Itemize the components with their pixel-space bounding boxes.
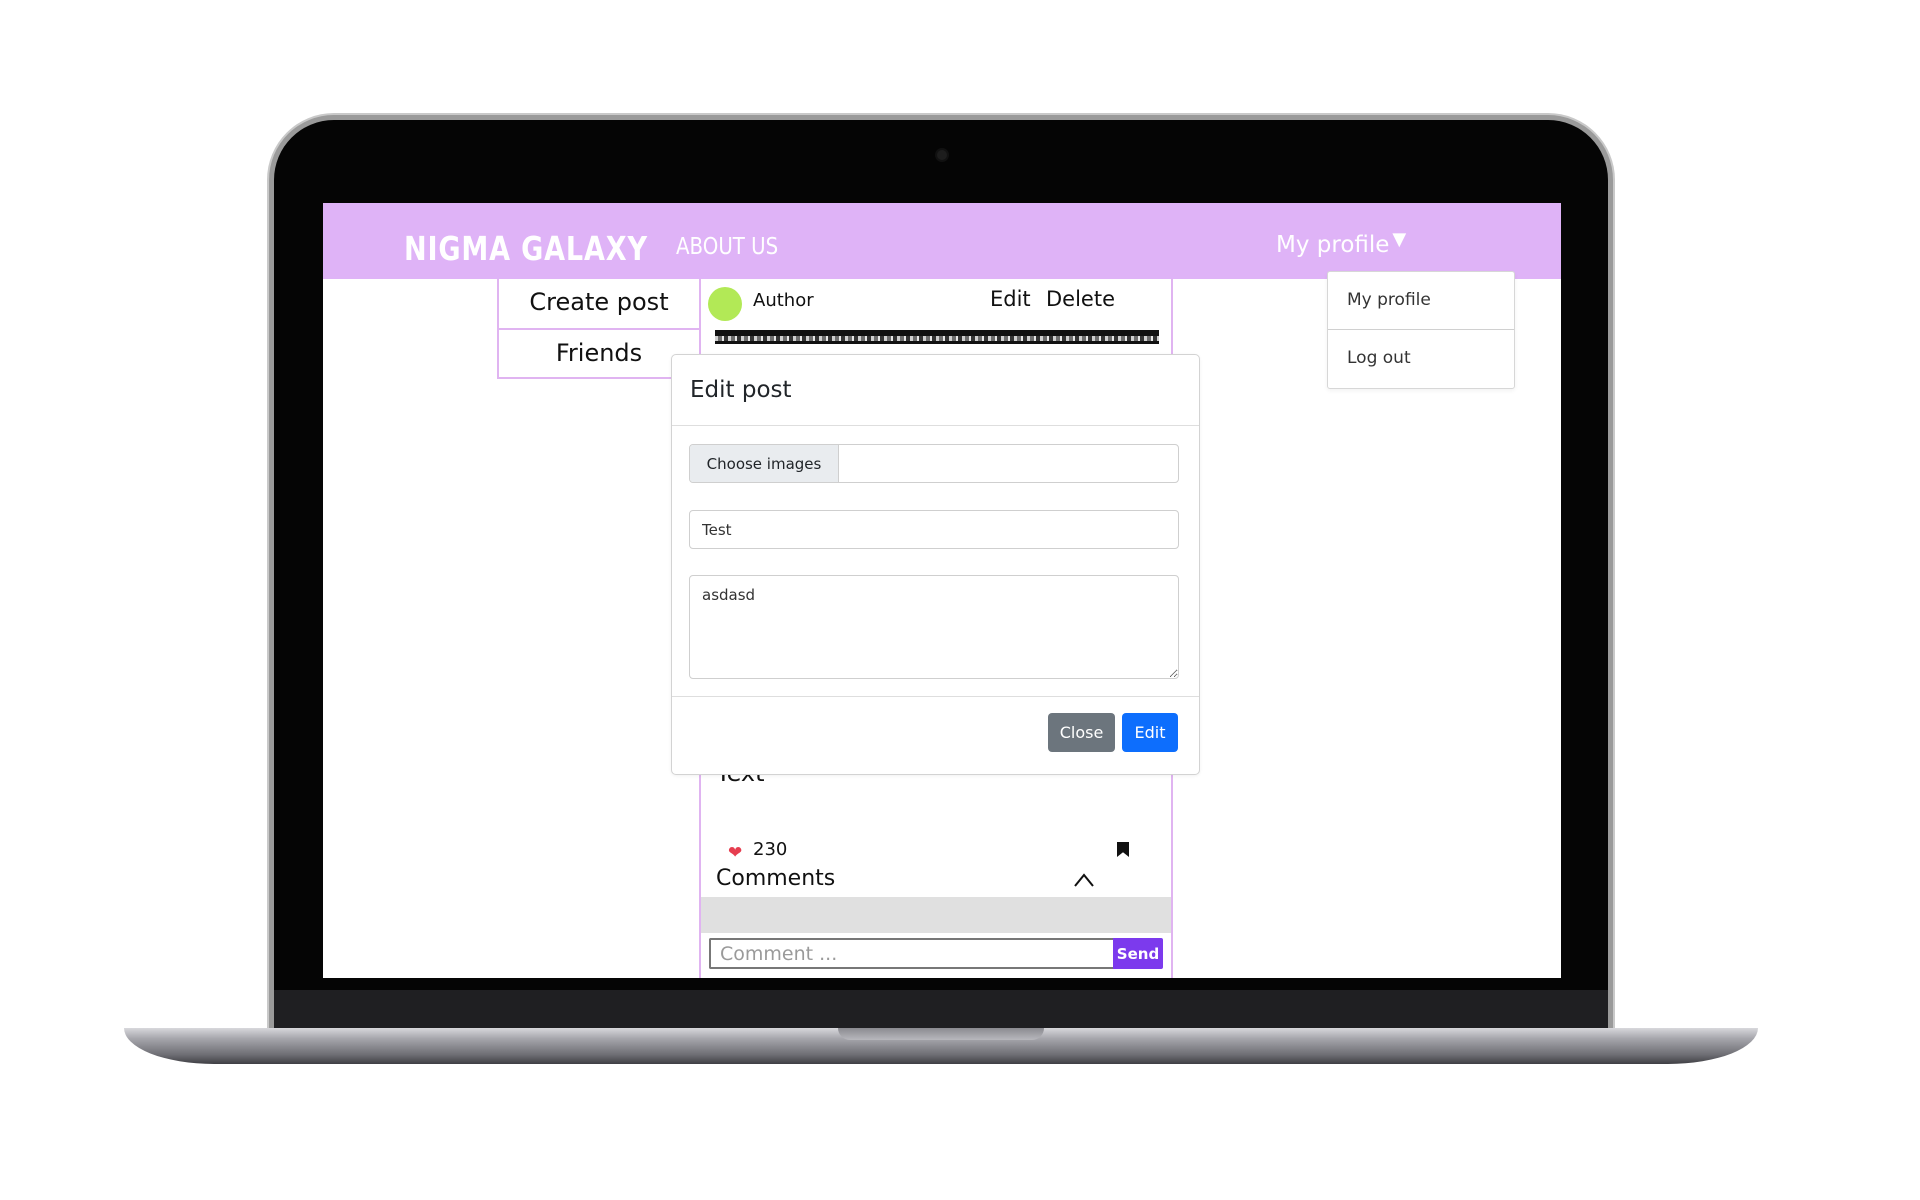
edit-post-modal: Edit post Choose images asdasd Close Edi… — [671, 354, 1200, 775]
brand-logo[interactable]: NIGMA GALAXY — [404, 229, 648, 268]
edit-submit-button[interactable]: Edit — [1122, 713, 1178, 752]
chevron-up-icon[interactable] — [1074, 869, 1094, 889]
dropdown-item-log-out[interactable]: Log out — [1328, 329, 1514, 387]
comments-list — [701, 897, 1171, 933]
heart-icon[interactable]: ❤ — [728, 843, 742, 863]
comments-title: Comments — [716, 866, 836, 891]
side-item-create-post[interactable]: Create post — [499, 279, 701, 328]
screen-chin — [274, 990, 1608, 1032]
close-button[interactable]: Close — [1048, 713, 1115, 752]
about-us-link[interactable]: ABOUT US — [676, 234, 778, 260]
dropdown-item-my-profile[interactable]: My profile — [1328, 272, 1514, 329]
image-file-input[interactable]: Choose images — [689, 444, 1179, 483]
my-profile-dropdown-toggle[interactable]: My profile ▼ — [1276, 229, 1407, 258]
file-name-field — [839, 445, 1178, 482]
post-title-input[interactable] — [689, 510, 1179, 549]
post-body-textarea[interactable]: asdasd — [689, 575, 1179, 679]
camera-icon — [937, 150, 947, 160]
comment-form: Send — [709, 938, 1163, 969]
bookmark-icon[interactable] — [1117, 842, 1129, 857]
caret-down-icon: ▼ — [1392, 229, 1407, 250]
screen: NIGMA GALAXY ABOUT US My profile ▼ My pr… — [323, 203, 1561, 978]
navbar: NIGMA GALAXY ABOUT US My profile ▼ — [323, 203, 1561, 279]
profile-toggle-label: My profile — [1276, 232, 1390, 258]
author-name[interactable]: Author — [753, 290, 814, 311]
avatar[interactable] — [708, 287, 742, 321]
comment-input[interactable] — [709, 938, 1113, 969]
post-image — [715, 330, 1159, 344]
post-edit-link[interactable]: Edit — [990, 287, 1031, 311]
choose-images-button[interactable]: Choose images — [690, 445, 839, 482]
likes-count: 230 — [753, 839, 788, 860]
send-button[interactable]: Send — [1113, 938, 1163, 969]
laptop-notch — [838, 1028, 1044, 1040]
modal-footer: Close Edit — [672, 696, 1199, 775]
profile-dropdown-menu: My profile Log out — [1327, 271, 1515, 389]
modal-title: Edit post — [690, 377, 792, 403]
post-delete-link[interactable]: Delete — [1046, 287, 1115, 311]
